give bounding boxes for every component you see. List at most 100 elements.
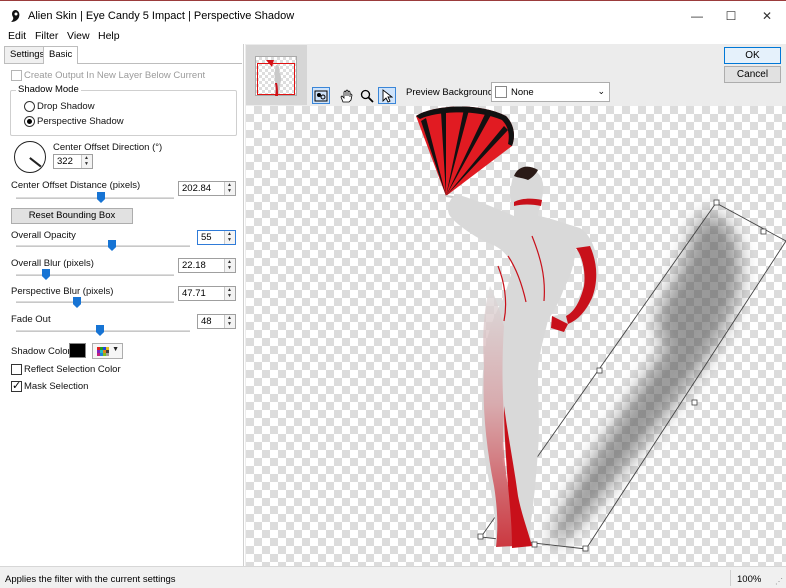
minimize-button[interactable]: — xyxy=(680,3,714,29)
menu-help[interactable]: Help xyxy=(98,30,120,42)
direction-dial[interactable] xyxy=(14,141,46,173)
hand-tool-button[interactable] xyxy=(337,87,355,104)
preview-background-select[interactable]: None ⌄ xyxy=(491,82,610,102)
app-logo-icon xyxy=(11,10,20,22)
settings-panel: Settings Basic Create Output In New Laye… xyxy=(0,44,244,566)
zoom-level: 100% xyxy=(737,574,762,585)
opacity-value: 55 xyxy=(201,232,212,243)
persp-blur-slider-track[interactable] xyxy=(16,301,174,303)
blur-slider-thumb[interactable] xyxy=(42,269,50,280)
cancel-button[interactable]: Cancel xyxy=(724,66,781,83)
preview-background-value: None xyxy=(511,87,534,98)
opacity-slider-thumb[interactable] xyxy=(108,240,116,251)
fade-out-label: Fade Out xyxy=(11,314,51,325)
create-output-label: Create Output In New Layer Below Current xyxy=(24,70,206,81)
opacity-spinbox[interactable]: 55 ▲ ▼ xyxy=(197,230,236,245)
spin-down-icon[interactable]: ▼ xyxy=(227,265,232,271)
opacity-slider-track[interactable] xyxy=(16,245,190,247)
zoom-icon xyxy=(360,89,374,103)
color-palette-button[interactable]: ▼ xyxy=(92,343,123,359)
maximize-icon: ☐ xyxy=(725,9,737,23)
status-bar: Applies the filter with the current sett… xyxy=(0,566,786,588)
background-swatch-icon xyxy=(495,86,507,98)
preview-background-label: Preview Background: xyxy=(406,87,496,98)
fade-out-value: 48 xyxy=(201,316,212,327)
zoom-tool-button[interactable] xyxy=(358,87,376,104)
opacity-spin-buttons[interactable]: ▲ ▼ xyxy=(224,231,235,244)
distance-spinbox[interactable]: 202.84 ▲ ▼ xyxy=(178,181,236,196)
distance-label: Center Offset Distance (pixels) xyxy=(11,180,141,191)
spin-down-icon[interactable]: ▼ xyxy=(227,293,232,299)
create-output-checkbox[interactable] xyxy=(11,70,22,81)
preview-toggle-icon xyxy=(314,90,328,101)
persp-blur-spinbox[interactable]: 47.71 ▲ ▼ xyxy=(178,286,236,301)
preview-canvas[interactable] xyxy=(246,106,786,566)
ok-button[interactable]: OK xyxy=(724,47,781,64)
shadow-color-swatch[interactable] xyxy=(69,343,86,358)
checkmark-icon: ✓ xyxy=(12,380,22,392)
opacity-label: Overall Opacity xyxy=(11,230,76,241)
minimize-icon: — xyxy=(691,9,703,23)
distance-slider-thumb[interactable] xyxy=(97,192,105,203)
title-bar: Alien Skin | Eye Candy 5 Impact | Perspe… xyxy=(0,0,786,30)
maximize-button[interactable]: ☐ xyxy=(714,3,748,29)
direction-spin-buttons[interactable]: ▲ ▼ xyxy=(81,155,92,168)
arrow-pointer-icon xyxy=(382,88,393,103)
blur-value: 22.18 xyxy=(182,260,206,271)
persp-blur-slider-thumb[interactable] xyxy=(73,297,81,308)
spin-down-icon[interactable]: ▼ xyxy=(84,161,89,167)
reflect-selection-label: Reflect Selection Color xyxy=(24,364,121,375)
shadow-mode-group xyxy=(10,90,237,136)
reset-bounding-box-button[interactable]: Reset Bounding Box xyxy=(11,208,133,224)
direction-spinbox[interactable]: 322 ▲ ▼ xyxy=(53,154,93,169)
direction-label: Center Offset Direction (°) xyxy=(53,142,163,153)
resize-grip-icon[interactable]: ⋰ xyxy=(775,577,783,586)
red-fan xyxy=(416,106,514,199)
close-icon: ✕ xyxy=(761,9,773,23)
chevron-down-icon: ⌄ xyxy=(597,86,605,96)
dial-needle xyxy=(29,157,42,167)
menu-filter[interactable]: Filter xyxy=(35,30,58,42)
reflect-selection-checkbox[interactable] xyxy=(11,364,22,375)
drop-shadow-radio[interactable] xyxy=(24,101,35,112)
persp-blur-spin-buttons[interactable]: ▲ ▼ xyxy=(224,287,235,300)
tab-basic[interactable]: Basic xyxy=(43,46,79,64)
persp-blur-value: 47.71 xyxy=(182,288,206,299)
persp-blur-label: Perspective Blur (pixels) xyxy=(11,286,114,297)
close-button[interactable]: ✕ xyxy=(750,3,784,29)
perspective-shadow-label: Perspective Shadow xyxy=(37,116,124,127)
distance-value: 202.84 xyxy=(182,183,212,194)
perspective-shadow xyxy=(552,213,741,546)
perspective-shadow-radio[interactable] xyxy=(24,116,35,127)
mask-selection-checkbox[interactable]: ✓ xyxy=(11,380,22,392)
menu-view[interactable]: View xyxy=(67,30,90,42)
fade-out-slider-thumb[interactable] xyxy=(96,325,104,336)
shadow-mode-title: Shadow Mode xyxy=(16,84,81,95)
preview-area: Preview Background: None ⌄ OK Cancel xyxy=(245,44,786,566)
tab-divider xyxy=(4,63,242,64)
distance-slider-track[interactable] xyxy=(16,197,174,199)
fade-out-spinbox[interactable]: 48 ▲ ▼ xyxy=(197,314,236,329)
spin-down-icon[interactable]: ▼ xyxy=(227,237,232,243)
selection-tool-button[interactable] xyxy=(378,87,396,104)
blur-label: Overall Blur (pixels) xyxy=(11,258,94,269)
direction-value: 322 xyxy=(57,156,73,167)
blur-spinbox[interactable]: 22.18 ▲ ▼ xyxy=(178,258,236,273)
spin-down-icon[interactable]: ▼ xyxy=(227,188,232,194)
fade-out-spin-buttons[interactable]: ▲ ▼ xyxy=(224,315,235,328)
blur-slider-track[interactable] xyxy=(16,274,174,276)
radio-selected-dot xyxy=(27,119,32,124)
preview-toggle-button[interactable] xyxy=(312,87,330,104)
window-title: Alien Skin | Eye Candy 5 Impact | Perspe… xyxy=(28,10,295,22)
distance-spin-buttons[interactable]: ▲ ▼ xyxy=(224,182,235,195)
menu-edit[interactable]: Edit xyxy=(8,30,26,42)
drop-shadow-label: Drop Shadow xyxy=(37,101,95,112)
status-divider xyxy=(730,570,731,586)
navigator-view-rect[interactable] xyxy=(257,63,295,95)
shadow-color-label: Shadow Color xyxy=(11,346,71,357)
status-text: Applies the filter with the current sett… xyxy=(5,574,176,585)
navigator-panel xyxy=(246,45,307,105)
spin-down-icon[interactable]: ▼ xyxy=(227,321,232,327)
preview-image xyxy=(416,106,786,552)
blur-spin-buttons[interactable]: ▲ ▼ xyxy=(224,259,235,272)
